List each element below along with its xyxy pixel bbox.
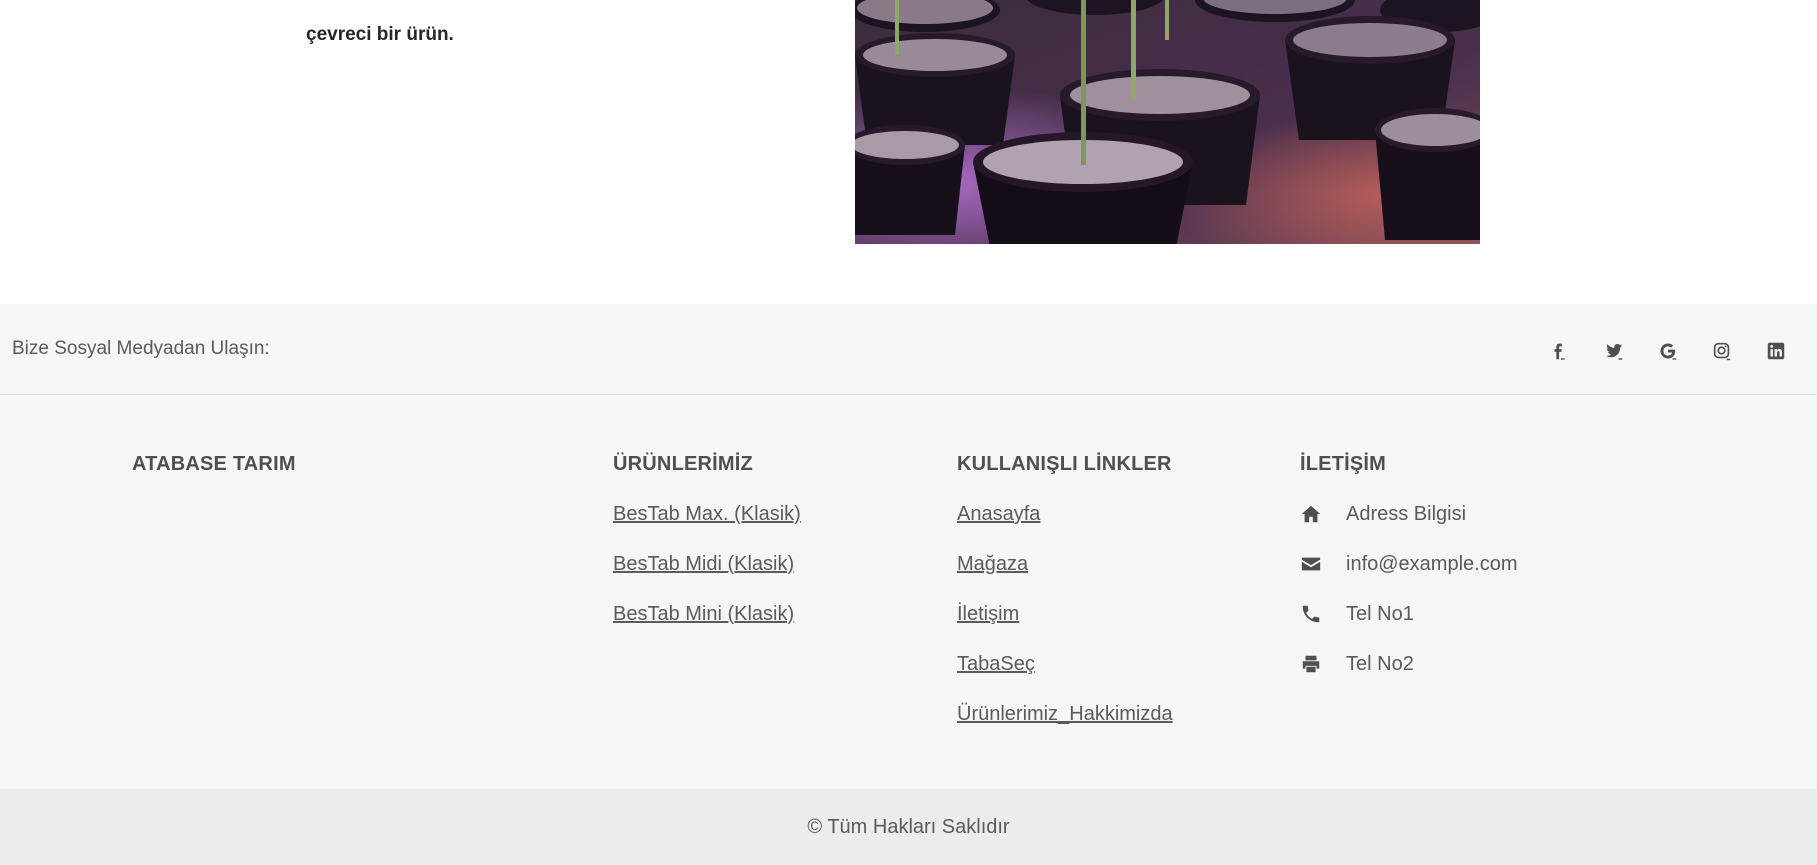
contact-phone-1: Tel No1 — [1300, 602, 1517, 626]
footer: ATABASE TARIM ÜRÜNLERİMİZ BesTab Max. (K… — [0, 396, 1817, 789]
footer-products-column: ÜRÜNLERİMİZ BesTab Max. (Klasik) BesTab … — [613, 453, 801, 652]
intro-text: çevreci bir ürün. — [306, 24, 454, 45]
link-tabasec[interactable]: TabaSeç — [957, 652, 1173, 676]
envelope-icon — [1300, 553, 1346, 575]
useful-links-heading: KULLANIŞLI LİNKLER — [957, 453, 1172, 475]
home-icon — [1300, 503, 1346, 525]
contact-email: info@example.com — [1300, 552, 1517, 576]
footer-brand-column: ATABASE TARIM — [132, 453, 296, 502]
copyright-text: © Tüm Hakları Saklıdır — [807, 815, 1010, 838]
footer-brand: ATABASE TARIM — [132, 453, 296, 475]
linkedin-icon[interactable] — [1749, 336, 1803, 366]
content-section: çevreci bir ürün. — [0, 0, 1817, 304]
contact-phone-2-text: Tel No2 — [1346, 653, 1414, 675]
link-iletisim[interactable]: İletişim — [957, 602, 1173, 626]
social-icons — [1533, 336, 1803, 366]
product-link-bestab-midi[interactable]: BesTab Midi (Klasik) — [613, 552, 801, 576]
contact-email-text: info@example.com — [1346, 553, 1518, 575]
social-media-label: Bize Sosyal Medyadan Ulaşın: — [12, 338, 270, 359]
link-urunlerimiz-hakkimizda[interactable]: Ürünlerimiz_Hakkimizda — [957, 702, 1173, 726]
printer-icon — [1300, 653, 1346, 675]
phone-icon — [1300, 603, 1346, 625]
instagram-icon[interactable] — [1695, 336, 1749, 366]
product-link-bestab-mini[interactable]: BesTab Mini (Klasik) — [613, 602, 801, 626]
link-anasayfa[interactable]: Anasayfa — [957, 502, 1173, 526]
contact-address: Adress Bilgisi — [1300, 502, 1517, 526]
link-magaza[interactable]: Mağaza — [957, 552, 1173, 576]
facebook-icon[interactable] — [1533, 336, 1587, 366]
contact-heading: İLETİŞİM — [1300, 453, 1387, 475]
google-icon[interactable] — [1641, 336, 1695, 366]
footer-contact-column: İLETİŞİM Adress Bilgisi info@example.com… — [1300, 453, 1517, 702]
contact-phone-2: Tel No2 — [1300, 652, 1517, 676]
social-media-bar: Bize Sosyal Medyadan Ulaşın: — [0, 304, 1817, 395]
footer-useful-links-column: KULLANIŞLI LİNKLER Anasayfa Mağaza İleti… — [957, 453, 1173, 752]
plant-pots-photo — [855, 0, 1480, 244]
contact-address-text: Adress Bilgisi — [1346, 503, 1467, 525]
twitter-icon[interactable] — [1587, 336, 1641, 366]
products-heading: ÜRÜNLERİMİZ — [613, 453, 753, 475]
product-link-bestab-max[interactable]: BesTab Max. (Klasik) — [613, 502, 801, 526]
contact-phone-1-text: Tel No1 — [1346, 603, 1414, 625]
copyright-bar: © Tüm Hakları Saklıdır — [0, 789, 1817, 865]
